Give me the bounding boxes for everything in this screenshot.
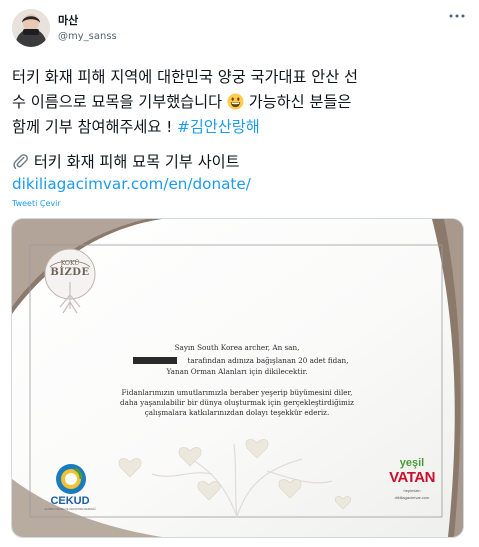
paragraph-line-3: çalışmalara katkılarınızdan dolayı teşek… <box>144 408 330 417</box>
avatar-image <box>12 9 50 47</box>
hashtag-link[interactable]: #김안산랑해 <box>177 118 260 136</box>
tweet-line-2: 수 이름으로 묘목을 기부했습니다 <box>12 93 223 111</box>
cekud-logo-text: CEKUD <box>50 495 90 507</box>
koku-bizde-logo <box>44 248 96 314</box>
tweet-text: 터키 화재 피해 지역에 대한민국 양궁 국가대표 안산 선 수 이름으로 묘목… <box>12 65 472 140</box>
cekud-logo-mark <box>56 464 86 494</box>
donate-link[interactable]: dikiliagacimvar.com/en/donate/ <box>12 175 251 193</box>
logo-brand-text: BİZDE <box>50 267 90 278</box>
more-horizontal-icon[interactable] <box>449 10 465 25</box>
link-caption: 터키 화재 피해 묘목 기부 사이트 <box>33 153 240 171</box>
paperclip-icon <box>13 154 28 169</box>
display-name[interactable]: 마산 <box>58 12 78 28</box>
user-handle[interactable]: @my_sanss <box>58 31 117 42</box>
tweet-line-3: 가능하신 분들은 <box>248 93 352 111</box>
body-line-2: Yanan Orman Alanları için dikilecektir. <box>166 367 308 376</box>
certificate-image[interactable]: KOKÜ BİZDE Sayın South Korea archer, An … <box>11 218 464 538</box>
paragraph-line-1: Fidanlarımızın umutlarımızla beraber yeş… <box>121 388 353 397</box>
paragraph-line-2: daha yaşanılabilir bir dünya oluşturmak … <box>120 398 354 407</box>
vatan-logo-sub: hepimizin <box>403 488 421 493</box>
tweet-line-1: 터키 화재 피해 지역에 대한민국 양궁 국가대표 안산 선 <box>12 68 359 86</box>
salutation: Sayın South Korea archer, An san, <box>174 343 300 352</box>
link-caption-line: 터키 화재 피해 묘목 기부 사이트 <box>12 150 240 175</box>
avatar[interactable] <box>12 9 50 47</box>
grinning-face-emoji-icon <box>227 93 244 110</box>
translate-tweet-link[interactable]: Tweeti Çevir <box>12 199 61 208</box>
vatan-logo-text: VATAN <box>389 469 435 486</box>
body-line-1: tarafından adınıza bağışlanan 20 adet fi… <box>187 356 349 365</box>
vatan-logo-url: dikiliagacimvar.com <box>394 495 430 500</box>
cekud-logo-sub: ÇEVRE KORUMA VE ARAŞTIRMA DERNEĞİ <box>44 508 96 511</box>
yesil-logo-text: yeşil <box>399 457 425 469</box>
tweet-line-4: 함께 기부 참여해주세요 ! <box>12 118 178 136</box>
logo-top-text: KOKÜ <box>60 260 80 267</box>
